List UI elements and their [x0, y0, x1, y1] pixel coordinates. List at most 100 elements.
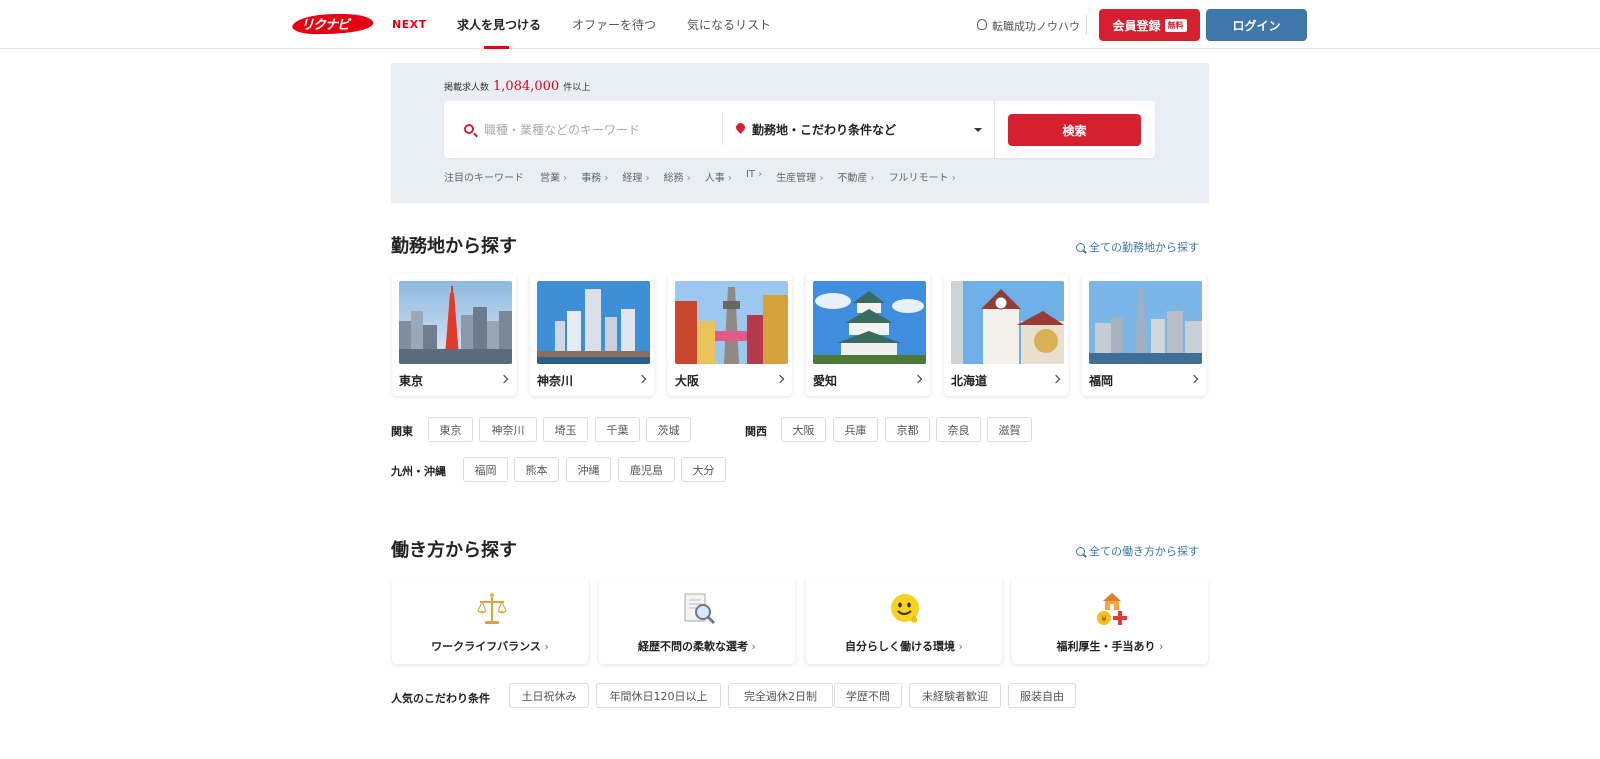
- job-count-suffix: 件以上: [563, 83, 591, 93]
- keyword-input[interactable]: [484, 119, 714, 141]
- workstyle-section-title: 働き方から探す: [391, 540, 517, 561]
- all-workstyles-link[interactable]: 全ての働き方から探す: [1076, 543, 1199, 559]
- chip-prefecture[interactable]: 埼玉: [543, 417, 588, 442]
- featured-keywords: 注目のキーワード 営業 事務 経理 総務 人事 IT 生産管理 不動産 フルリモ…: [444, 169, 956, 184]
- register-button[interactable]: 会員登録 無料: [1099, 9, 1200, 41]
- chip-prefecture[interactable]: 奈良: [936, 417, 981, 442]
- chip-condition[interactable]: 完全週休2日制: [728, 683, 833, 708]
- chip-condition[interactable]: 年間休日120日以上: [596, 683, 721, 708]
- keyword-link[interactable]: 人事: [705, 169, 732, 184]
- site-header: リクナビ NEXT 求人を見つける オファーを待つ 気になるリスト 転職成功ノウ…: [0, 0, 1600, 49]
- chevron-right-icon: [775, 374, 785, 384]
- nav-favorites[interactable]: 気になるリスト: [687, 16, 771, 33]
- region-label-kansai: 関西: [745, 425, 767, 438]
- scales-icon: [477, 593, 507, 624]
- city-photo-fukuoka: [1089, 281, 1202, 364]
- keyword-link[interactable]: 不動産: [837, 169, 874, 184]
- all-locations-label: 全ての勤務地から探す: [1089, 241, 1199, 254]
- location-select[interactable]: 勤務地・こだわり条件など: [752, 121, 896, 138]
- city-name: 東京: [399, 374, 424, 388]
- workstyle-card-balance[interactable]: ワークライフバランス: [392, 578, 588, 664]
- featured-keywords-label: 注目のキーワード: [444, 173, 524, 184]
- chip-prefecture[interactable]: 東京: [428, 417, 473, 442]
- city-card-fukuoka[interactable]: 福岡: [1082, 274, 1206, 396]
- nav-find-jobs[interactable]: 求人を見つける: [457, 16, 541, 33]
- nav-wait-offers[interactable]: オファーを待つ: [572, 16, 656, 33]
- city-card-hokkaido[interactable]: 北海道: [944, 274, 1068, 396]
- city-name: 福岡: [1089, 374, 1114, 388]
- chip-prefecture[interactable]: 熊本: [514, 457, 559, 482]
- job-count: 掲載求人数 1,084,000 件以上: [444, 79, 590, 94]
- location-section-title: 勤務地から探す: [391, 236, 517, 257]
- city-name: 神奈川: [537, 374, 574, 388]
- register-label: 会員登録: [1112, 18, 1161, 33]
- city-card-aichi[interactable]: 愛知: [806, 274, 930, 396]
- logo-kana: リクナビ: [301, 18, 350, 33]
- magnifier-icon: [1076, 546, 1085, 556]
- chip-prefecture[interactable]: 茨城: [646, 417, 691, 442]
- search-box: 勤務地・こだわり条件など 検索: [444, 101, 1155, 158]
- search-separator: [722, 113, 723, 145]
- free-badge: 無料: [1164, 18, 1187, 32]
- city-photo-kanagawa: [537, 281, 650, 364]
- chip-condition[interactable]: 学歴不問: [834, 683, 902, 708]
- chip-prefecture[interactable]: 大阪: [781, 417, 826, 442]
- city-name: 北海道: [951, 374, 988, 388]
- keyword-link[interactable]: 営業: [540, 169, 567, 184]
- location-pin-icon: [734, 121, 747, 134]
- search-icon: [464, 124, 474, 134]
- chip-condition[interactable]: 服装自由: [1008, 683, 1076, 708]
- chevron-right-icon: [1051, 374, 1061, 384]
- keyword-link[interactable]: フルリモート: [889, 169, 956, 184]
- city-name: 愛知: [813, 374, 838, 388]
- chip-prefecture[interactable]: 滋賀: [987, 417, 1032, 442]
- city-name: 大阪: [675, 374, 700, 388]
- city-card-osaka[interactable]: 大阪: [668, 274, 792, 396]
- city-photo-tokyo: [399, 281, 512, 364]
- benefits-icon: ¥: [1097, 593, 1127, 625]
- chip-prefecture[interactable]: 兵庫: [833, 417, 878, 442]
- keyword-link[interactable]: IT: [746, 169, 762, 184]
- nav-active-indicator: [484, 46, 509, 49]
- chip-prefecture[interactable]: 福岡: [463, 457, 508, 482]
- keyword-link[interactable]: 経理: [622, 169, 649, 184]
- chip-prefecture[interactable]: 沖縄: [566, 457, 611, 482]
- workstyle-card-self[interactable]: 自分らしく働ける環境: [806, 578, 1002, 664]
- all-locations-link[interactable]: 全ての勤務地から探す: [1076, 239, 1199, 255]
- workstyle-label: 経歴不問の柔軟な選考: [599, 638, 795, 654]
- job-count-label: 掲載求人数: [444, 83, 490, 93]
- job-count-number: 1,084,000: [493, 79, 560, 94]
- city-card-tokyo[interactable]: 東京: [392, 274, 516, 396]
- workstyle-card-flexible[interactable]: 経歴不問の柔軟な選考: [599, 578, 795, 664]
- workstyle-label: ワークライフバランス: [392, 638, 588, 654]
- workstyle-card-benefits[interactable]: ¥ 福利厚生・手当あり: [1012, 578, 1208, 664]
- chip-condition[interactable]: 未経験者歓迎: [909, 683, 1001, 708]
- region-label-kanto: 関東: [391, 425, 413, 438]
- chip-prefecture[interactable]: 神奈川: [479, 417, 537, 442]
- site-logo[interactable]: リクナビ NEXT: [290, 12, 427, 36]
- knowhow-link[interactable]: 転職成功ノウハウ: [992, 18, 1080, 34]
- chip-prefecture[interactable]: 京都: [885, 417, 930, 442]
- search-button[interactable]: 検索: [1008, 114, 1141, 146]
- chip-condition[interactable]: 土日祝休み: [509, 683, 589, 708]
- keyword-link[interactable]: 事務: [581, 169, 608, 184]
- document-search-icon: [684, 593, 716, 625]
- city-photo-aichi: [813, 281, 926, 364]
- city-card-kanagawa[interactable]: 神奈川: [530, 274, 654, 396]
- workstyle-label: 福利厚生・手当あり: [1012, 638, 1208, 654]
- header-divider: [1086, 15, 1087, 35]
- login-button[interactable]: ログイン: [1206, 9, 1307, 41]
- chip-prefecture[interactable]: 大分: [681, 457, 726, 482]
- city-photo-hokkaido: [951, 281, 1064, 364]
- smiley-icon: [891, 594, 919, 623]
- search-panel: 掲載求人数 1,084,000 件以上 勤務地・こだわり条件など 検索 注目のキ…: [391, 63, 1209, 203]
- chevron-down-icon[interactable]: [974, 128, 982, 132]
- workstyle-label: 自分らしく働ける環境: [806, 638, 1002, 654]
- keyword-link[interactable]: 生産管理: [776, 169, 823, 184]
- city-photo-osaka: [675, 281, 788, 364]
- chevron-right-icon: [499, 374, 509, 384]
- chip-prefecture[interactable]: 千葉: [595, 417, 640, 442]
- magnifier-icon: [1076, 242, 1085, 252]
- chip-prefecture[interactable]: 鹿児島: [618, 457, 675, 482]
- keyword-link[interactable]: 総務: [664, 169, 691, 184]
